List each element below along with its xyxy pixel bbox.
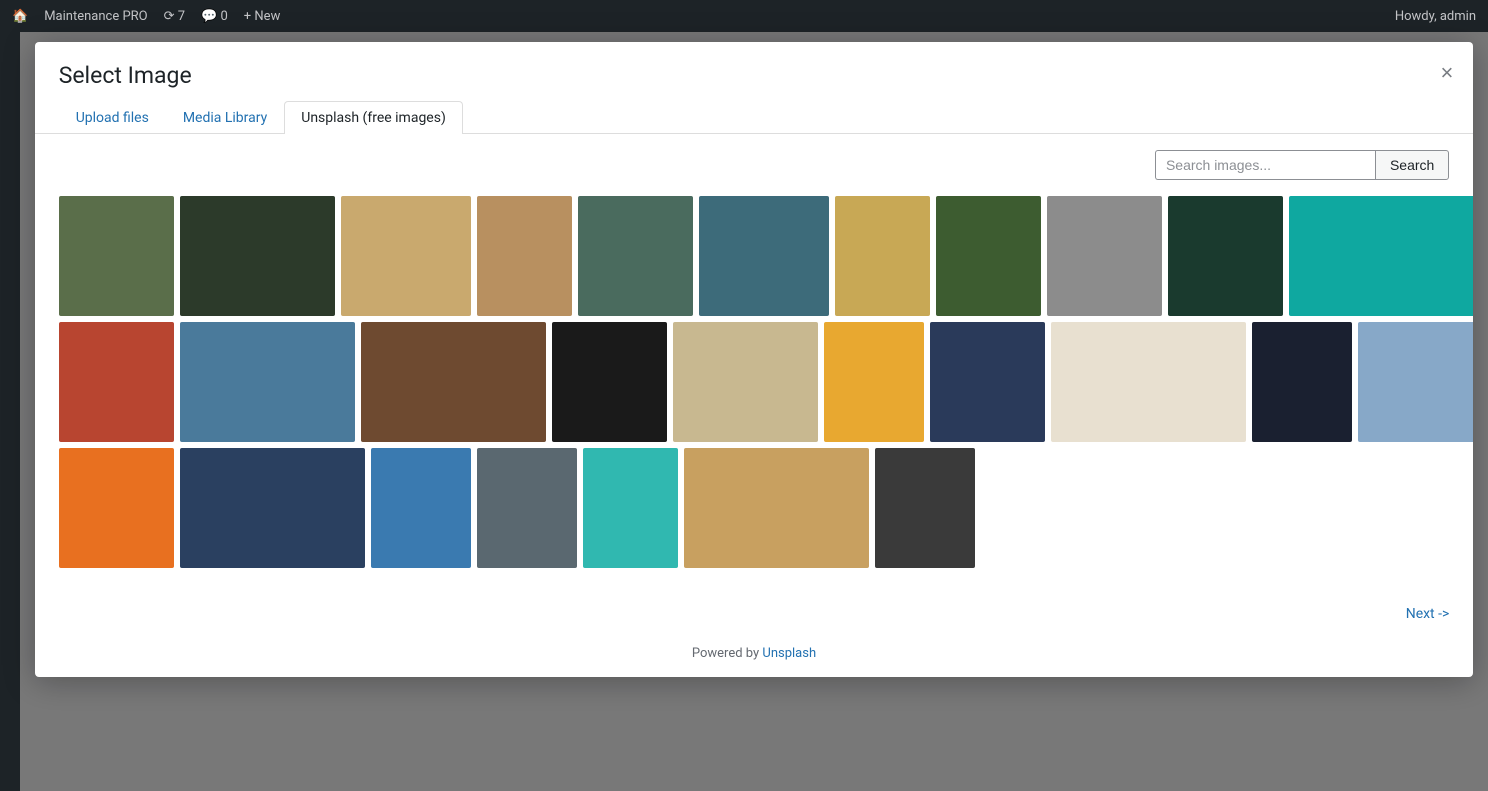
image-item[interactable] bbox=[673, 322, 818, 442]
image-item[interactable] bbox=[59, 322, 174, 442]
image-item[interactable] bbox=[930, 322, 1045, 442]
tab-bar: Upload files Media Library Unsplash (fre… bbox=[59, 101, 463, 134]
image-item[interactable] bbox=[477, 196, 572, 316]
image-item[interactable] bbox=[1047, 196, 1162, 316]
modal-close-button[interactable]: × bbox=[1436, 58, 1457, 88]
image-item[interactable] bbox=[835, 196, 930, 316]
image-item[interactable] bbox=[180, 448, 365, 568]
image-item[interactable] bbox=[361, 322, 546, 442]
next-link[interactable]: Next -> bbox=[1406, 606, 1450, 622]
image-item[interactable] bbox=[477, 448, 577, 568]
modal-overlay: Select Image Upload files Media Library … bbox=[20, 32, 1488, 791]
image-item[interactable] bbox=[552, 322, 667, 442]
updates-icon: ⟳ bbox=[164, 9, 175, 24]
image-item[interactable] bbox=[371, 448, 471, 568]
image-item[interactable] bbox=[180, 322, 355, 442]
modal-header-left: Select Image Upload files Media Library … bbox=[59, 62, 463, 133]
updates-indicator[interactable]: ⟳ 7 bbox=[164, 9, 185, 24]
image-item[interactable] bbox=[578, 196, 693, 316]
admin-bar-left: 🏠 Maintenance PRO ⟳ 7 💬 0 + New bbox=[12, 9, 280, 24]
comments-indicator[interactable]: 💬 0 bbox=[201, 9, 228, 24]
image-item[interactable] bbox=[583, 448, 678, 568]
comments-icon: 💬 bbox=[201, 9, 217, 24]
tab-unsplash[interactable]: Unsplash (free images) bbox=[284, 101, 463, 134]
image-item[interactable] bbox=[341, 196, 471, 316]
modal-header: Select Image Upload files Media Library … bbox=[35, 42, 1474, 134]
tab-upload[interactable]: Upload files bbox=[59, 101, 166, 134]
image-item[interactable] bbox=[824, 322, 924, 442]
image-item[interactable] bbox=[180, 196, 335, 316]
image-item[interactable] bbox=[875, 448, 975, 568]
site-icon[interactable]: 🏠 bbox=[12, 9, 28, 24]
admin-bar: 🏠 Maintenance PRO ⟳ 7 💬 0 + New Howdy, a… bbox=[0, 0, 1488, 32]
modal-body: Search bbox=[35, 134, 1474, 598]
image-item[interactable] bbox=[1358, 322, 1474, 442]
image-item[interactable] bbox=[1252, 322, 1352, 442]
image-item[interactable] bbox=[59, 448, 174, 568]
image-item[interactable] bbox=[936, 196, 1041, 316]
image-item[interactable] bbox=[1168, 196, 1283, 316]
howdy-text: Howdy, admin bbox=[1395, 9, 1476, 24]
tab-media-library[interactable]: Media Library bbox=[166, 101, 284, 134]
admin-bar-right: Howdy, admin bbox=[1395, 9, 1476, 24]
image-item[interactable] bbox=[59, 196, 174, 316]
search-bar: Search bbox=[59, 150, 1450, 180]
select-image-modal: Select Image Upload files Media Library … bbox=[35, 42, 1474, 677]
image-row-1 bbox=[59, 196, 1450, 316]
image-item[interactable] bbox=[699, 196, 829, 316]
powered-by: Powered by Unsplash bbox=[35, 638, 1474, 677]
image-item[interactable] bbox=[684, 448, 869, 568]
unsplash-link[interactable]: Unsplash bbox=[762, 646, 816, 661]
admin-sidebar bbox=[0, 32, 20, 791]
search-button[interactable]: Search bbox=[1375, 150, 1449, 180]
comments-count: 0 bbox=[220, 9, 227, 24]
search-input[interactable] bbox=[1155, 150, 1375, 180]
powered-by-text: Powered by bbox=[692, 646, 763, 661]
updates-count: 7 bbox=[178, 9, 185, 24]
new-post-button[interactable]: + New bbox=[244, 9, 281, 24]
image-item[interactable] bbox=[1289, 196, 1474, 316]
image-item[interactable] bbox=[1051, 322, 1246, 442]
image-row-3 bbox=[59, 448, 1450, 568]
image-row-2 bbox=[59, 322, 1450, 442]
modal-footer: Next -> bbox=[35, 598, 1474, 638]
modal-title: Select Image bbox=[59, 62, 463, 89]
site-name[interactable]: Maintenance PRO bbox=[44, 9, 147, 24]
